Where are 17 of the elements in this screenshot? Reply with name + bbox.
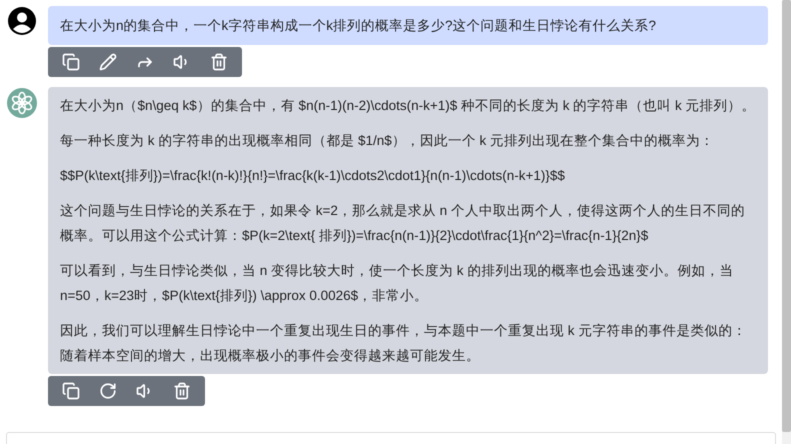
pencil-icon (99, 53, 117, 71)
message-text: 在大小为n（$n\geq k$）的集合中，有 $n(n-1)(n-2)\cdots(n-k+1)$ 种不同的长度为 k 的字符串（也叫 k 元排列）。 (60, 97, 756, 115)
trash-icon (173, 382, 191, 400)
scrollbar[interactable] (782, 0, 791, 444)
message-text: 这个问题与生日悖论的关系在于，如果令 k=2，那么就是求从 n 个人中取出两个人，使得这两个人的生日不同的概率。可以用这个公式计算：$P(k=2\text{ 排列})=\frac{n(n-1)}{2}\cdot\frac{1}{n^2}=\frac{n-1}{2n}$ (60, 202, 746, 245)
copy-icon (62, 382, 80, 400)
message-text: $$P(k\text{排列})=\frac{k!(n-k)!}{n!}=\frac{k(k-1)\cdots2\cdot1}{n(n-1)\cdots(n-k+1)}$$ (60, 167, 566, 185)
user-avatar (8, 7, 36, 35)
message-text: 每一种长度为 k 的字符串的出现概率相同（都是 $1/n$），因此一个 k 元排列出现在整个集合中的概率为： (60, 132, 716, 150)
input-field[interactable] (6, 432, 776, 444)
message-text: 在大小为n的集合中，一个k字符串构成一个k排列的概率是多少?这个问题和生日悖论有什么关系? (60, 17, 658, 35)
trash-icon (210, 53, 228, 71)
copy-icon (62, 53, 80, 71)
refresh-icon (99, 382, 117, 400)
message-text: 因此，我们可以理解生日悖论中一个重复出现生日的事件，与本题中一个重复出现 k 元字符串的事件是类似的：随着样本空间的增大，出现概率极小的事件会变得越来越可能发生。 (60, 322, 748, 365)
assistant-avatar (7, 88, 37, 118)
message-text: 可以看到，与生日悖论类似，当 n 变得比较大时，使一个长度为 k 的排列出现的概率也会迅速变小。例如，当 n=50，k=23时，$P(k\text{排列}) \approx 0.0026$，非常小。 (60, 262, 734, 305)
